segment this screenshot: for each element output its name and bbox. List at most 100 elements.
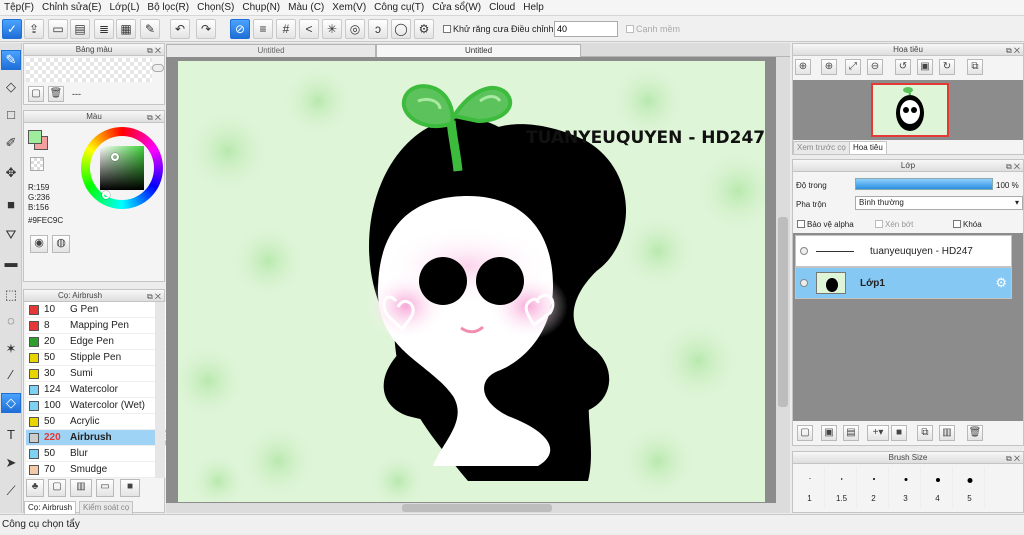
menu-item[interactable]: Xem(V) [328, 0, 370, 16]
menu-item[interactable]: Công cụ(T) [370, 0, 428, 16]
flip-icon[interactable]: ⧉ [967, 59, 983, 75]
layer-folder-icon[interactable]: ■ [891, 425, 907, 441]
palette-swatches[interactable] [26, 58, 152, 82]
brush-size-option[interactable]: 3 [891, 466, 921, 508]
adjust-input[interactable] [554, 21, 618, 37]
close-icon[interactable]: ⧉ ✕ [147, 112, 161, 123]
hue-marker[interactable] [111, 153, 119, 161]
fit-window-icon[interactable]: ⤢ [845, 59, 861, 75]
delete-layer-icon[interactable]: 🗑 [967, 425, 983, 441]
brush-item[interactable]: 10 G Pen [26, 302, 174, 318]
tab-document-1[interactable]: Untitled [166, 44, 376, 57]
add-layer-menu-icon[interactable]: +▾ [867, 425, 889, 441]
lasso-tool-icon[interactable]: ◌ [1, 311, 21, 331]
color-palette-icon[interactable]: ◍ [52, 235, 70, 253]
menu-item[interactable]: Chụp(N) [238, 0, 284, 16]
tab-brush[interactable]: Cọ: Airbrush [24, 501, 77, 515]
comment-icon[interactable]: ▤ [70, 19, 90, 39]
text-tool-icon[interactable]: T [1, 425, 21, 445]
bucket-tool-icon[interactable]: ⛛ [1, 225, 21, 245]
gear-icon[interactable]: ⚙ [995, 275, 1007, 291]
snap-ellipse-icon[interactable]: ◯ [391, 19, 411, 39]
menu-item[interactable]: Lớp(L) [106, 0, 144, 16]
tab-brush-control[interactable]: Kiểm soát cọ [79, 501, 134, 515]
delete-palette-icon[interactable]: 🗑 [48, 86, 64, 102]
tab-navigator[interactable]: Hoa tiêu [849, 141, 887, 155]
snap-off-icon[interactable]: ⊘ [230, 19, 250, 39]
edit-icon[interactable]: ✎ [140, 19, 160, 39]
brush-item[interactable]: 8 Mapping Pen [26, 318, 174, 334]
operation-tool-icon[interactable]: ➤ [1, 453, 21, 473]
brush-tool-icon[interactable]: ✎ [1, 50, 21, 70]
select-tool-icon[interactable]: ⬚ [1, 285, 21, 305]
clear-layer-icon[interactable]: ▥ [939, 425, 955, 441]
zoom-in-icon[interactable]: ⊕ [821, 59, 837, 75]
brush-item[interactable]: 220Airbrush⚙ [26, 430, 174, 446]
close-icon[interactable]: ⧉ ✕ [147, 291, 161, 302]
rotate-right-icon[interactable]: ↻ [939, 59, 955, 75]
close-icon[interactable]: ⧉ ✕ [1006, 453, 1020, 464]
brush-item[interactable]: 30 Sumi [26, 366, 174, 382]
magic-wand-icon[interactable]: ✶ [1, 339, 21, 359]
protect-alpha-checkbox[interactable]: Bảo vệ alpha [797, 220, 854, 229]
visibility-icon[interactable] [800, 247, 808, 255]
pen-tool-icon[interactable]: ✐ [1, 133, 21, 153]
snap-settings-icon[interactable]: ⚙ [414, 19, 434, 39]
menu-item[interactable]: Chỉnh sửa(E) [38, 0, 106, 16]
menu-item[interactable]: Tệp(F) [0, 0, 38, 16]
color-picker-icon[interactable]: ◉ [30, 235, 48, 253]
color-wheel[interactable] [81, 127, 163, 209]
brush-new-icon[interactable]: ▢ [48, 479, 66, 497]
menu-item[interactable]: Màu (C) [284, 0, 328, 16]
menu-item[interactable]: Cloud [485, 0, 519, 16]
gradient-tool-icon[interactable]: ▬ [1, 253, 21, 273]
horizontal-scrollbar[interactable] [166, 503, 790, 513]
brush-size-option[interactable]: 1.5 [827, 466, 857, 508]
chat-icon[interactable]: ▭ [48, 19, 68, 39]
rotate-left-icon[interactable]: ↺ [895, 59, 911, 75]
snap-curve-icon[interactable]: ↄ [368, 19, 388, 39]
export-icon[interactable]: ⇪ [24, 19, 44, 39]
brush-size-option[interactable]: 2 [859, 466, 889, 508]
clip-checkbox[interactable]: Xén bớt [875, 220, 913, 229]
brush-size-option[interactable]: 4 [923, 466, 953, 508]
tab-document-2[interactable]: Untitled [376, 44, 581, 57]
opacity-slider[interactable] [855, 178, 993, 190]
move-tool-icon[interactable]: ✥ [1, 163, 21, 183]
navigator-preview[interactable] [793, 80, 1023, 140]
brush-folder-icon[interactable]: ■ [120, 479, 140, 497]
brush-item[interactable]: 124 Watercolor [26, 382, 174, 398]
menu-item[interactable]: Help [519, 0, 548, 16]
reset-view-icon[interactable]: ▣ [917, 59, 933, 75]
lock-checkbox[interactable]: Khóa [953, 220, 982, 229]
primary-color-swatch[interactable] [28, 130, 42, 144]
menu-item[interactable]: Bộ lọc(R) [143, 0, 193, 16]
selection-eraser-icon[interactable]: ◇ [1, 393, 21, 413]
brush-item[interactable]: 50 Blur [26, 446, 174, 462]
copy-layer-icon[interactable]: ▤ [843, 425, 859, 441]
transparent-swatch[interactable] [30, 157, 44, 171]
vertical-scrollbar[interactable] [776, 57, 790, 503]
palette-scroll[interactable] [152, 64, 164, 72]
new-layer-icon[interactable]: ▢ [797, 425, 813, 441]
brush-item[interactable]: 50 Stipple Pen [26, 350, 174, 366]
list-icon[interactable]: ≣ [94, 19, 114, 39]
brush-item[interactable]: 20 Edge Pen [26, 334, 174, 350]
antialias-checkbox[interactable]: Khử răng cưa [443, 24, 509, 34]
brush-item[interactable]: 70 Smudge [26, 462, 174, 478]
brush-list-scrollbar[interactable] [155, 302, 165, 478]
soft-edge-checkbox[interactable]: Cạnh mềm [626, 24, 680, 34]
tab-brush-preview[interactable]: Xem trước cọ [793, 141, 850, 155]
brush-size-option[interactable]: 1 [795, 466, 825, 508]
brush-item[interactable]: 100 Watercolor (Wet) [26, 398, 174, 414]
close-icon[interactable]: ⧉ ✕ [147, 45, 161, 56]
snap-grid-icon[interactable]: # [276, 19, 296, 39]
close-icon[interactable]: ⧉ ✕ [1006, 45, 1020, 56]
eyedropper-tool-icon[interactable]: ⟋ [1, 481, 21, 501]
menu-item[interactable]: Cửa sổ(W) [428, 0, 485, 16]
brush-item[interactable]: 50 Acrylic [26, 414, 174, 430]
select-mode-icon[interactable]: ✓ [2, 19, 22, 39]
eraser-tool-icon[interactable]: ◇ [1, 77, 21, 97]
redo-icon[interactable]: ↷ [196, 19, 216, 39]
visibility-icon[interactable] [800, 279, 808, 287]
